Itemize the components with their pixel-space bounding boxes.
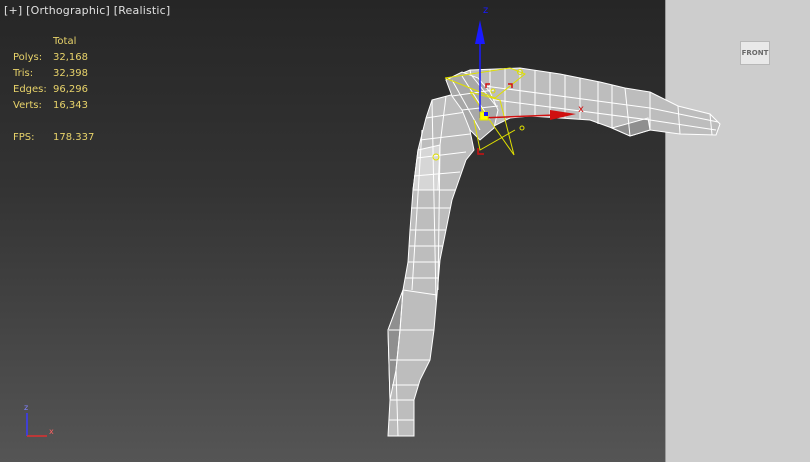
scene-canvas: z x z x bbox=[24, 5, 721, 437]
viewcube[interactable]: FRONT bbox=[740, 41, 770, 65]
gizmo-plane-handle[interactable] bbox=[484, 112, 488, 116]
gizmo-z-label: z bbox=[483, 5, 488, 16]
axis-z-label: z bbox=[24, 403, 28, 412]
arm-mesh[interactable] bbox=[387, 67, 721, 437]
axis-x-label: x bbox=[49, 427, 54, 436]
axis-tripod: z x bbox=[24, 403, 54, 437]
forearm-mesh bbox=[387, 91, 475, 437]
forearm-highlight bbox=[412, 144, 441, 191]
gizmo-z-arrow-icon[interactable] bbox=[475, 20, 485, 44]
gizmo-x-label: x bbox=[578, 104, 584, 115]
